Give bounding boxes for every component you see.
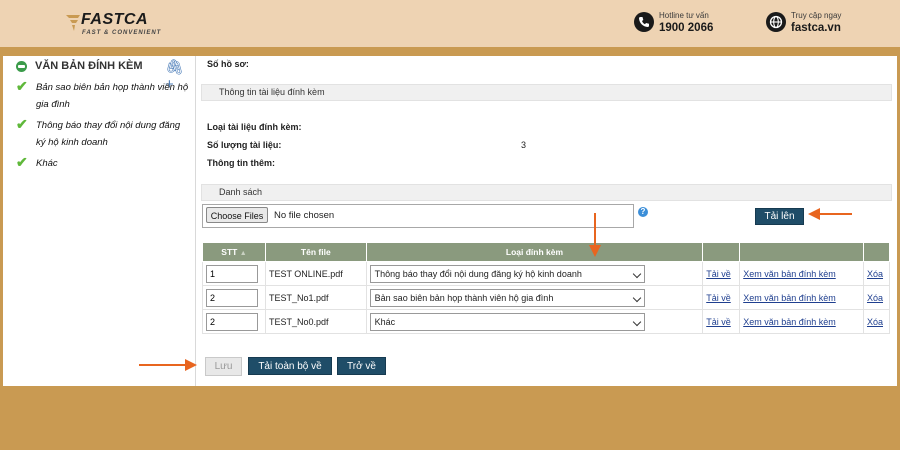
view-attachment-link[interactable]: Xem văn bản đính kèm [743, 269, 836, 279]
section-list-header: Danh sách [201, 184, 892, 201]
download-all-button[interactable]: Tải toàn bộ về [248, 357, 332, 375]
attachment-table: STT ▲ Tên file Loại đính kèm TEST ONLINE… [202, 242, 891, 334]
check-icon: ✔ [16, 116, 28, 132]
header-divider [0, 47, 900, 56]
download-link[interactable]: Tải về [706, 317, 731, 327]
stt-input[interactable] [206, 312, 258, 331]
back-button[interactable]: Trở về [337, 357, 386, 375]
minus-circle-icon[interactable] [16, 61, 27, 72]
sidebar-item-label: Thông báo thay đổi nội dung đăng ký hộ k… [36, 120, 181, 148]
save-button[interactable]: Lưu [205, 357, 242, 376]
table-row: TEST_No1.pdf Bản sao biên bản họp thành … [202, 285, 891, 310]
delete-link[interactable]: Xóa [867, 293, 883, 303]
globe-icon [766, 12, 786, 32]
top-banner: FASTCA FAST & CONVENIENT Hotline tư vấn … [0, 0, 900, 47]
sidebar-header: VĂN BẢN ĐÍNH KÈM 🖇+ [16, 59, 192, 93]
hotline-number[interactable]: 1900 2066 [659, 22, 713, 34]
file-picker: Choose Files No file chosen [202, 204, 634, 228]
file-name: TEST_No1.pdf [264, 285, 367, 310]
download-link[interactable]: Tải về [706, 269, 731, 279]
delete-link[interactable]: Xóa [867, 269, 883, 279]
hotline-block[interactable]: Hotline tư vấn 1900 2066 [634, 9, 744, 39]
chevron-down-icon [632, 317, 641, 326]
chevron-down-icon [632, 269, 641, 278]
so-luong-value: 3 [521, 140, 527, 150]
logo-text: FASTCA [81, 11, 148, 28]
loai-tai-lieu-label: Loại tài liệu đính kèm: [207, 122, 302, 132]
check-icon: ✔ [16, 78, 28, 94]
website-label: Truy cập ngay [791, 11, 842, 20]
so-ho-so-label: Số hồ sơ: [207, 59, 249, 69]
delete-link[interactable]: Xóa [867, 317, 883, 327]
website-url[interactable]: fastca.vn [791, 22, 841, 34]
view-attachment-link[interactable]: Xem văn bản đính kèm [743, 293, 836, 303]
stt-input[interactable] [206, 288, 258, 307]
attachment-type-select[interactable]: Khác [369, 312, 645, 331]
file-name: TEST ONLINE.pdf [264, 261, 367, 286]
attachment-panel: VĂN BẢN ĐÍNH KÈM 🖇+ ✔ Bản sao biên bản h… [3, 56, 897, 386]
column-header-delete [862, 242, 891, 262]
attachment-type-select[interactable]: Bản sao biên bản họp thành viên hộ gia đ… [369, 288, 645, 307]
website-block[interactable]: Truy cập ngay fastca.vn [766, 9, 876, 39]
sidebar-item-label: Khác [36, 158, 58, 169]
logo-mark-icon [66, 15, 80, 31]
hotline-label: Hotline tư vấn [659, 11, 709, 20]
attachment-type-select[interactable]: Thông báo thay đổi nội dung đăng ký hộ k… [369, 264, 645, 283]
section-info-header: Thông tin tài liệu đính kèm [201, 84, 892, 101]
section-info-title: Thông tin tài liệu đính kèm [219, 87, 325, 97]
stt-input[interactable] [206, 264, 258, 283]
view-attachment-link[interactable]: Xem văn bản đính kèm [743, 317, 836, 327]
column-header-download [702, 242, 741, 262]
chevron-down-icon [632, 293, 641, 302]
attachment-main: Số hồ sơ: Thông tin tài liệu đính kèm Lo… [198, 56, 897, 386]
table-row: TEST ONLINE.pdf Thông báo thay đổi nội d… [202, 261, 891, 286]
thong-tin-them-label: Thông tin thêm: [207, 158, 275, 168]
sidebar-item-thong-bao[interactable]: ✔ Thông báo thay đổi nội dung đăng ký hộ… [16, 116, 191, 152]
logo-tagline: FAST & CONVENIENT [82, 30, 162, 36]
sidebar-item-khac[interactable]: ✔ Khác [16, 154, 191, 172]
upload-button[interactable]: Tải lên [755, 208, 804, 225]
file-name: TEST_No0.pdf [264, 309, 367, 334]
check-icon: ✔ [16, 154, 28, 170]
section-list-title: Danh sách [219, 187, 263, 197]
choose-files-button[interactable]: Choose Files [206, 207, 268, 223]
column-header-view [739, 242, 864, 262]
sort-icon: ▲ [239, 250, 247, 257]
help-icon[interactable]: ? [638, 207, 648, 217]
table-row: TEST_No0.pdf Khác Tải về Xem văn bản đín… [202, 309, 891, 334]
sidebar-item-ban-sao[interactable]: ✔ Bản sao biên bản họp thành viên hộ gia… [16, 78, 191, 114]
phone-icon [634, 12, 654, 32]
so-luong-label: Số lượng tài liệu: [207, 140, 282, 150]
attachment-sidebar: VĂN BẢN ĐÍNH KÈM 🖇+ ✔ Bản sao biên bản h… [3, 56, 196, 386]
sidebar-item-label: Bản sao biên bản họp thành viên hộ gia đ… [36, 82, 189, 110]
column-header-file: Tên file [264, 242, 367, 262]
file-status: No file chosen [274, 210, 335, 221]
sidebar-title: VĂN BẢN ĐÍNH KÈM [35, 60, 143, 72]
column-header-type: Loại đính kèm [365, 242, 704, 262]
column-header-stt[interactable]: STT ▲ [202, 242, 266, 262]
download-link[interactable]: Tải về [706, 293, 731, 303]
